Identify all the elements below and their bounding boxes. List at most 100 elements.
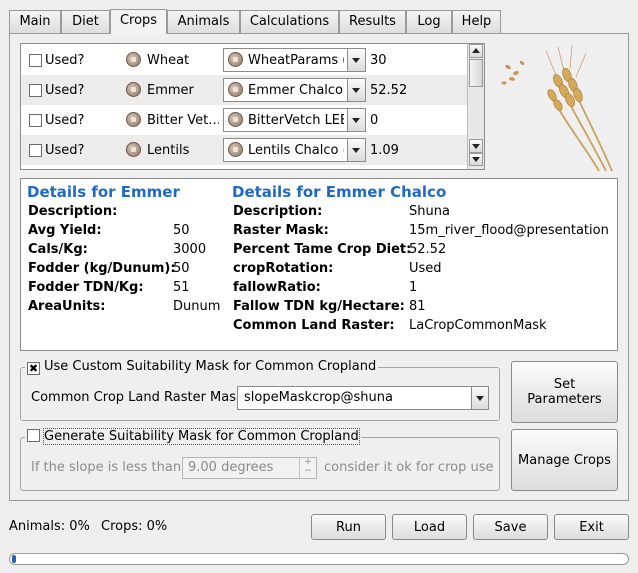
crop-param-select[interactable]: Lentils Chalco ( [223, 138, 366, 162]
crop-settings-icon[interactable] [126, 142, 141, 157]
save-button[interactable]: Save [473, 514, 548, 540]
detail-label: Description: [28, 204, 118, 219]
dropdown-button[interactable] [347, 79, 365, 101]
used-label: Used? [45, 83, 85, 98]
crop-param-value: BitterVetch LEBA [248, 113, 344, 128]
chevron-down-icon [472, 144, 480, 149]
chevron-down-icon [352, 88, 360, 93]
tab-main[interactable]: Main [9, 10, 61, 33]
generate-mask-title: Generate Suitability Mask for Common Cro… [25, 428, 361, 445]
detail-label: Percent Tame Crop Diet: [233, 242, 412, 257]
tab-log[interactable]: Log [406, 10, 452, 33]
detail-value: 3000 [173, 242, 207, 257]
detail-value: 50 [173, 223, 190, 238]
common-crop-mask-select[interactable]: slopeMaskcrop@shuna [237, 386, 489, 410]
crop-param-select[interactable]: BitterVetch LEBA [223, 108, 366, 132]
tab-animals[interactable]: Animals [167, 10, 240, 33]
crop-settings-icon[interactable] [126, 82, 141, 97]
crops-status-value: 0% [146, 519, 168, 534]
run-button[interactable]: Run [311, 514, 386, 540]
used-checkbox[interactable] [29, 114, 42, 127]
crop-percent[interactable]: 52.52 [370, 83, 465, 98]
custom-mask-checkbox[interactable]: ✖ [27, 362, 40, 375]
detail-label: AreaUnits: [28, 299, 106, 314]
crop-row: Used? Bitter Vet… BitterVetch LEBA 0 [21, 105, 467, 135]
spin-buttons[interactable]: + − [299, 458, 316, 478]
crop-param-select[interactable]: Emmer Chalco ( [223, 78, 366, 102]
dropdown-button[interactable] [347, 139, 365, 161]
detail-value: LaCropCommonMask [409, 318, 547, 333]
common-crop-mask-label: Common Crop Land Raster Mask [31, 390, 244, 405]
detail-label: cropRotation: [233, 261, 334, 276]
minus-icon[interactable]: − [300, 467, 316, 476]
slope-prefix-label: If the slope is less than [31, 460, 182, 475]
detail-value: 50 [173, 261, 190, 276]
detail-value: Dunum [173, 299, 221, 314]
load-button[interactable]: Load [392, 514, 467, 540]
scroll-down-button[interactable] [469, 139, 483, 153]
dropdown-button[interactable] [347, 109, 365, 131]
tab-calculations[interactable]: Calculations [240, 10, 339, 33]
detail-label: Fodder TDN/Kg: [28, 280, 144, 295]
used-checkbox[interactable] [29, 54, 42, 67]
slope-spinbox[interactable]: 9.00 degrees + − [182, 457, 317, 479]
tab-help[interactable]: Help [452, 10, 501, 33]
crop-list-scrollbar[interactable] [467, 44, 484, 169]
progress-indicator [12, 555, 16, 563]
dropdown-button[interactable] [347, 49, 365, 71]
crop-details-panel: Details for Emmer Description: Avg Yield… [20, 178, 618, 351]
crop-row: Used? Lentils Lentils Chalco ( 1.09 [21, 135, 467, 165]
chevron-up-icon [472, 48, 480, 53]
wheat-image [501, 44, 613, 172]
generate-mask-label: Generate Suitability Mask for Common Cro… [43, 428, 360, 445]
animals-status: Animals: 0% [9, 519, 90, 534]
manage-crops-button[interactable]: Manage Crops [511, 429, 618, 491]
crop-row: Used? Emmer Emmer Chalco ( 52.52 [21, 75, 467, 105]
scroll-up-button[interactable] [469, 44, 483, 58]
tab-results[interactable]: Results [339, 10, 406, 33]
exit-button[interactable]: Exit [554, 514, 629, 540]
progress-bar [9, 553, 629, 565]
detail-label: Avg Yield: [28, 223, 102, 238]
custom-mask-label: Use Custom Suitability Mask for Common C… [44, 359, 377, 374]
param-settings-icon[interactable] [228, 142, 243, 157]
crop-percent[interactable]: 0 [370, 113, 465, 128]
detail-value: 81 [409, 299, 426, 314]
set-parameters-button[interactable]: Set Parameters [511, 361, 618, 423]
detail-value: Shuna [409, 204, 450, 219]
generate-mask-checkbox[interactable] [27, 429, 40, 442]
used-checkbox[interactable] [29, 84, 42, 97]
selected-mask-value: slopeMaskcrop@shuna [244, 390, 393, 405]
dropdown-button[interactable] [471, 387, 488, 409]
slope-suffix-label: consider it ok for crop use [324, 460, 494, 475]
crop-name: Wheat [147, 53, 190, 68]
crop-settings-icon[interactable] [126, 52, 141, 67]
detail-label: fallowRatio: [233, 280, 321, 295]
param-settings-icon[interactable] [228, 52, 243, 67]
crop-row: Used? Wheat WheatParams ( 30 [21, 45, 467, 75]
details-crop-title: Details for Emmer [27, 183, 180, 201]
detail-value: 52.52 [409, 242, 447, 257]
crop-param-value: WheatParams ( [248, 53, 344, 68]
scroll-thumb[interactable] [469, 59, 483, 87]
param-settings-icon[interactable] [228, 112, 243, 127]
tab-crops[interactable]: Crops [110, 9, 167, 34]
detail-label: Cals/Kg: [28, 242, 88, 257]
used-checkbox[interactable] [29, 144, 42, 157]
detail-value: Used [409, 261, 442, 276]
crop-param-select[interactable]: WheatParams ( [223, 48, 366, 72]
crop-list: Used? Wheat WheatParams ( 30 Used? Emmer… [20, 43, 485, 170]
detail-value: 15m_river_flood@presentation [409, 223, 609, 238]
param-settings-icon[interactable] [228, 82, 243, 97]
crops-status: Crops: 0% [101, 519, 167, 534]
crop-percent[interactable]: 1.09 [370, 143, 465, 158]
tab-diet[interactable]: Diet [61, 10, 110, 33]
crops-status-label: Crops: [101, 519, 143, 534]
used-label: Used? [45, 113, 85, 128]
used-label: Used? [45, 143, 85, 158]
scroll-end-button[interactable] [469, 153, 483, 166]
crop-name: Bitter Vet… [147, 113, 219, 128]
crop-percent[interactable]: 30 [370, 53, 465, 68]
chevron-down-icon [352, 58, 360, 63]
crop-settings-icon[interactable] [126, 112, 141, 127]
